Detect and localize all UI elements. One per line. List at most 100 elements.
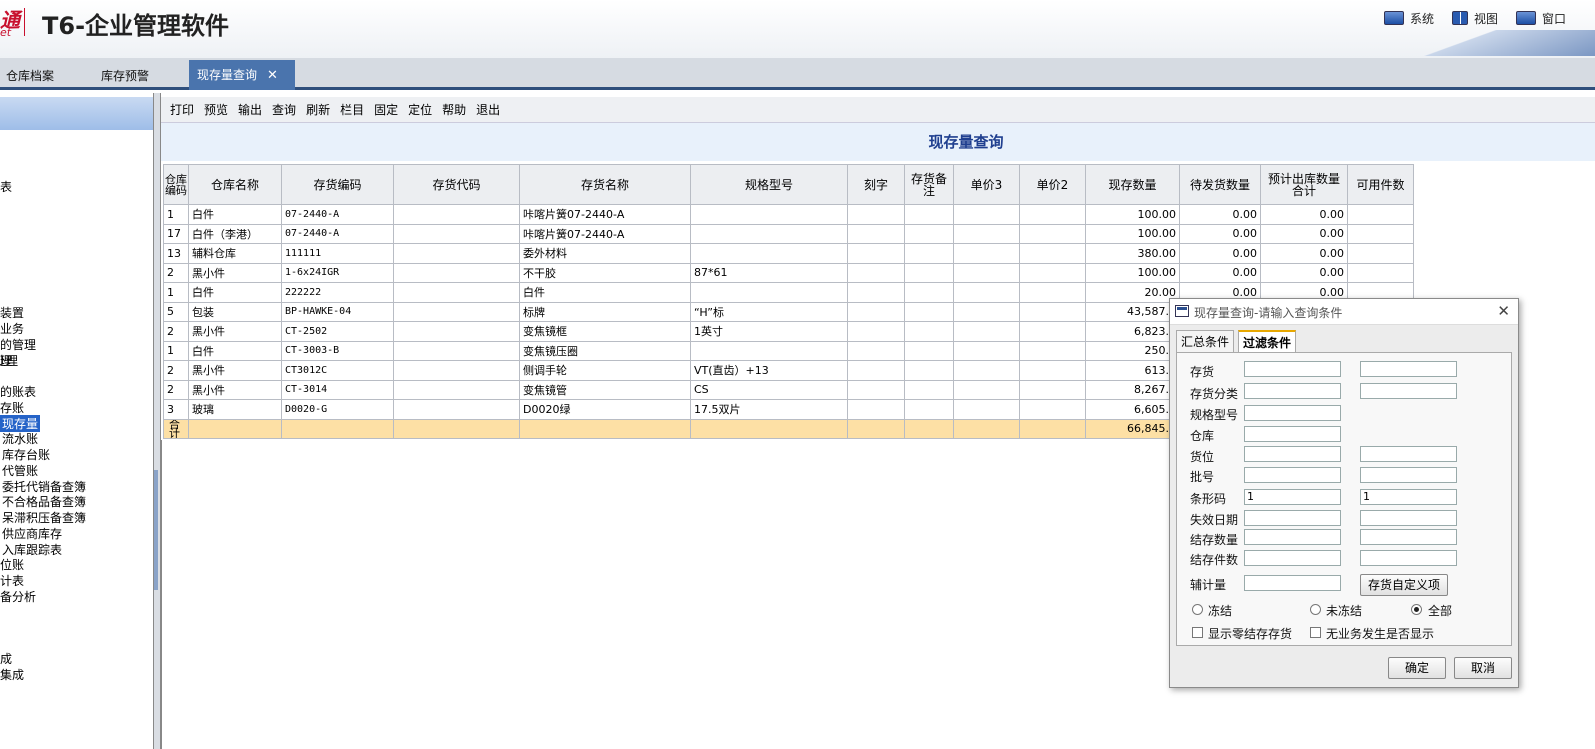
nav-item[interactable]: 呆滞积压备查簿 bbox=[2, 509, 86, 526]
table-row[interactable]: 17 白件（李港） 07-2440-A 咔喀片簧07-2440-A 100.00 0.00… bbox=[163, 223, 1414, 244]
table-cell[interactable] bbox=[1019, 340, 1086, 361]
table-cell[interactable] bbox=[953, 379, 1020, 400]
table-cell[interactable]: 13 bbox=[163, 243, 189, 264]
table-cell[interactable]: 2 bbox=[163, 379, 189, 400]
table-cell[interactable]: 2 bbox=[163, 262, 189, 283]
col-header[interactable]: 存货名称 bbox=[519, 164, 691, 205]
table-cell[interactable]: 标牌 bbox=[519, 301, 691, 322]
nav-item[interactable]: 计表 bbox=[0, 572, 24, 589]
table-cell[interactable] bbox=[904, 360, 954, 381]
table-cell[interactable] bbox=[953, 418, 1020, 439]
barcode-from-input[interactable]: 1 bbox=[1244, 489, 1341, 505]
table-cell[interactable]: 250.0 bbox=[1085, 340, 1180, 361]
tab-stock-warning[interactable]: 库存预警 bbox=[101, 62, 149, 90]
table-row[interactable]: 13 辅料仓库 111111 委外材料 380.00 0.00 0.00 bbox=[163, 243, 1414, 264]
table-cell[interactable] bbox=[847, 340, 905, 361]
col-header[interactable]: 仓库编码 bbox=[163, 164, 189, 205]
balance-pieces-from-input[interactable] bbox=[1244, 550, 1341, 566]
menu-window[interactable]: 窗口 bbox=[1516, 8, 1566, 28]
table-cell[interactable] bbox=[690, 340, 848, 361]
table-cell[interactable]: VT(直齿）+13 bbox=[690, 360, 848, 381]
table-cell[interactable] bbox=[953, 243, 1020, 264]
warehouse-input[interactable] bbox=[1244, 426, 1341, 442]
nav-item[interactable]: 位账 bbox=[0, 556, 24, 573]
table-cell[interactable]: 0.00 bbox=[1260, 262, 1348, 283]
table-cell[interactable] bbox=[904, 379, 954, 400]
table-cell[interactable] bbox=[519, 418, 691, 439]
table-cell[interactable] bbox=[393, 262, 520, 283]
barcode-to-input[interactable]: 1 bbox=[1360, 489, 1457, 505]
table-cell[interactable] bbox=[1019, 418, 1086, 439]
nav-item[interactable]: 的账表 bbox=[0, 383, 36, 400]
table-cell[interactable]: CT-3003-B bbox=[281, 340, 394, 361]
close-icon[interactable]: ✕ bbox=[1497, 302, 1510, 320]
table-cell[interactable]: 咔喀片簧07-2440-A bbox=[519, 223, 691, 244]
table-cell[interactable] bbox=[1019, 243, 1086, 264]
print-button[interactable]: 打印 bbox=[165, 99, 199, 121]
table-cell[interactable] bbox=[953, 360, 1020, 381]
table-cell[interactable]: 辅料仓库 bbox=[188, 243, 282, 264]
table-cell[interactable] bbox=[690, 223, 848, 244]
export-button[interactable]: 输出 bbox=[233, 99, 267, 121]
nav-item[interactable]: 备分析 bbox=[0, 588, 36, 605]
table-cell[interactable]: 2 bbox=[163, 360, 189, 381]
table-cell[interactable]: 白件 bbox=[188, 282, 282, 303]
table-cell[interactable]: 6,823.0 bbox=[1085, 321, 1180, 342]
table-cell[interactable]: 黑小件 bbox=[188, 379, 282, 400]
radio-frozen[interactable] bbox=[1192, 604, 1203, 615]
col-header[interactable]: 单价2 bbox=[1019, 164, 1086, 205]
table-cell[interactable]: 2 bbox=[163, 321, 189, 342]
table-cell[interactable] bbox=[393, 399, 520, 420]
table-cell[interactable] bbox=[393, 204, 520, 225]
checkbox-no-activity[interactable] bbox=[1310, 627, 1321, 638]
table-cell[interactable]: 111111 bbox=[281, 243, 394, 264]
table-cell[interactable]: 43,587.0 bbox=[1085, 301, 1180, 322]
table-cell[interactable] bbox=[904, 340, 954, 361]
table-cell[interactable]: 100.00 bbox=[1085, 262, 1180, 283]
table-cell[interactable]: 咔喀片簧07-2440-A bbox=[519, 204, 691, 225]
table-cell[interactable]: CT3012C bbox=[281, 360, 394, 381]
col-header[interactable]: 存货编码 bbox=[281, 164, 394, 205]
table-cell[interactable]: 6,605.0 bbox=[1085, 399, 1180, 420]
table-cell[interactable]: 黑小件 bbox=[188, 360, 282, 381]
table-cell[interactable]: 07-2440-A bbox=[281, 223, 394, 244]
table-cell[interactable] bbox=[393, 321, 520, 342]
nav-item[interactable]: 库存台账 bbox=[2, 446, 50, 463]
table-cell[interactable]: 0.00 bbox=[1179, 204, 1261, 225]
col-header[interactable]: 刻字 bbox=[847, 164, 905, 205]
table-cell[interactable] bbox=[904, 301, 954, 322]
table-cell[interactable] bbox=[1019, 204, 1086, 225]
close-icon[interactable]: ✕ bbox=[267, 68, 278, 83]
table-cell[interactable] bbox=[904, 418, 954, 439]
table-cell[interactable] bbox=[281, 418, 394, 439]
table-cell[interactable] bbox=[1347, 223, 1414, 244]
table-cell[interactable]: 白件 bbox=[188, 340, 282, 361]
table-cell[interactable]: 1 bbox=[163, 204, 189, 225]
table-cell[interactable] bbox=[393, 243, 520, 264]
table-cell[interactable]: 白件 bbox=[188, 204, 282, 225]
tab-stock-query[interactable]: 现存量查询 ✕ bbox=[189, 60, 295, 90]
table-cell[interactable] bbox=[690, 418, 848, 439]
table-cell[interactable]: 20.00 bbox=[1085, 282, 1180, 303]
table-cell[interactable] bbox=[847, 379, 905, 400]
table-cell[interactable]: 380.00 bbox=[1085, 243, 1180, 264]
table-cell[interactable] bbox=[1019, 262, 1086, 283]
table-cell[interactable]: 包装 bbox=[188, 301, 282, 322]
table-cell[interactable]: 17 bbox=[163, 223, 189, 244]
category-from-input[interactable] bbox=[1244, 383, 1341, 399]
table-cell[interactable] bbox=[904, 399, 954, 420]
table-cell[interactable]: “H”标 bbox=[690, 301, 848, 322]
table-cell[interactable]: CT-3014 bbox=[281, 379, 394, 400]
table-cell[interactable]: 222222 bbox=[281, 282, 394, 303]
panel-splitter[interactable] bbox=[153, 93, 161, 749]
table-cell[interactable]: D0020绿 bbox=[519, 399, 691, 420]
exit-button[interactable]: 退出 bbox=[471, 99, 505, 121]
nav-item[interactable]: 表 bbox=[0, 178, 12, 195]
col-header[interactable]: 待发货数量 bbox=[1179, 164, 1261, 205]
table-cell[interactable] bbox=[393, 340, 520, 361]
table-cell[interactable] bbox=[953, 282, 1020, 303]
table-cell[interactable] bbox=[847, 301, 905, 322]
cancel-button[interactable]: 取消 bbox=[1454, 657, 1512, 679]
col-header[interactable]: 存货代码 bbox=[393, 164, 520, 205]
table-cell[interactable] bbox=[847, 223, 905, 244]
